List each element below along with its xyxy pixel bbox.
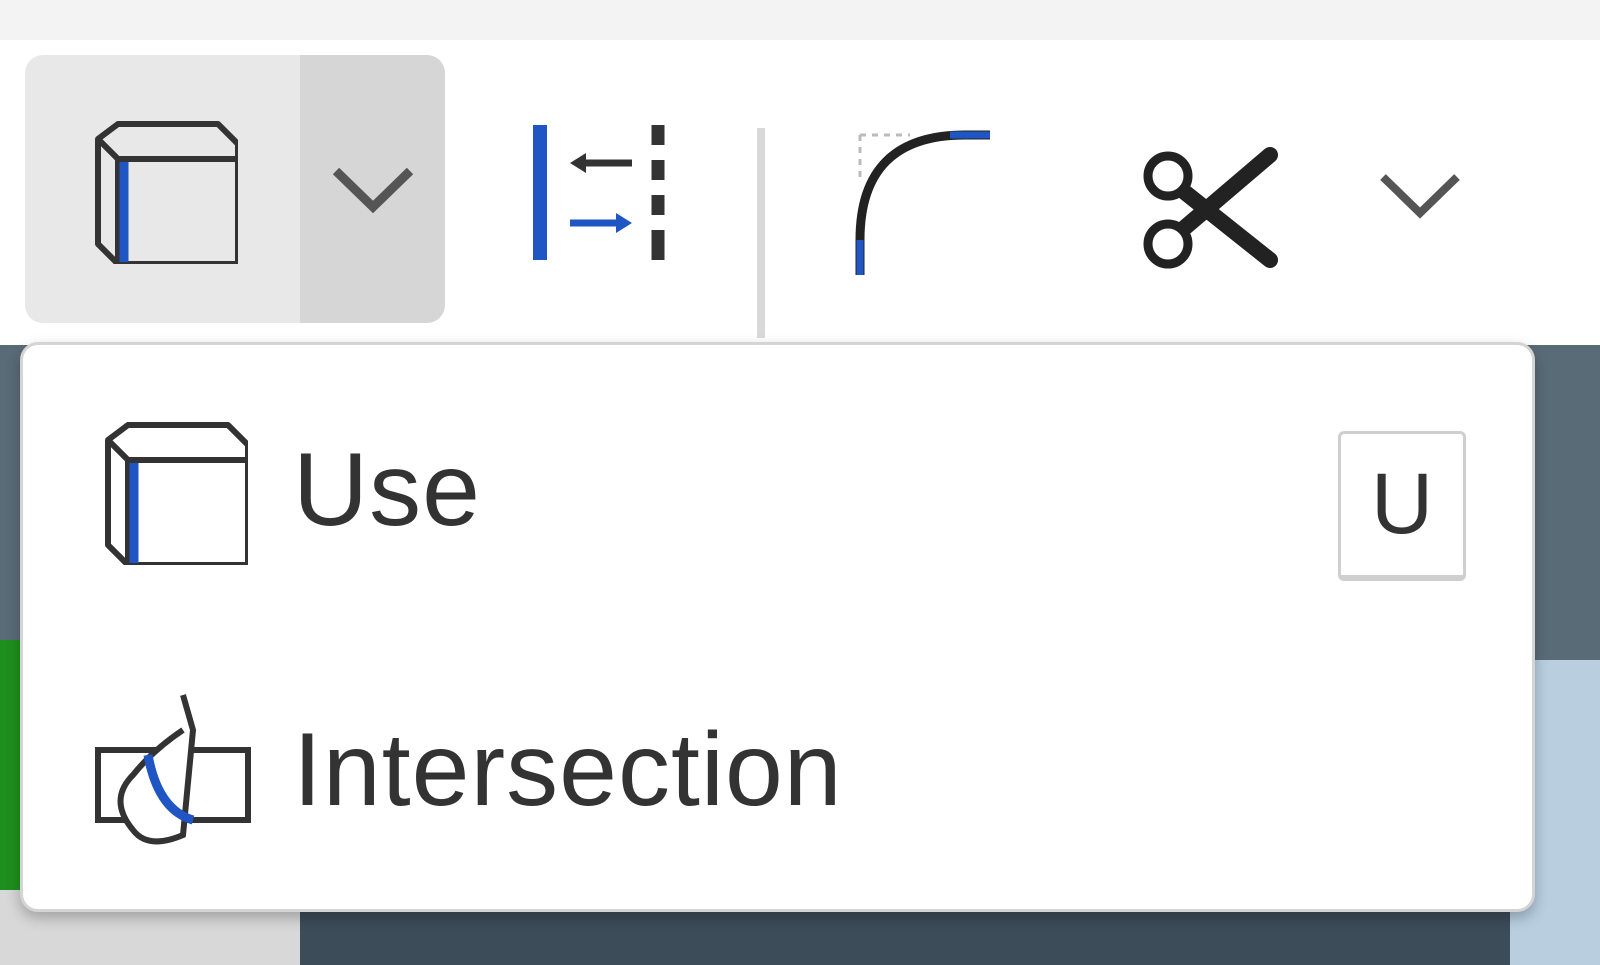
use-dropdown-button[interactable]	[300, 55, 445, 323]
menu-item-label: Use	[293, 431, 481, 548]
use-cube-icon	[94, 121, 238, 264]
shortcut-badge: U	[1338, 431, 1466, 581]
offset-tool-button[interactable]	[520, 115, 680, 265]
scissors-icon	[1143, 147, 1278, 269]
use-dropdown-menu: Use U Intersection	[20, 342, 1535, 912]
fillet-icon	[855, 130, 990, 275]
chevron-down-icon	[332, 167, 413, 214]
canvas-shape	[300, 905, 1600, 965]
use-split-button[interactable]	[25, 55, 445, 323]
use-cube-icon	[93, 410, 253, 570]
sketch-toolbar	[0, 40, 1600, 345]
chevron-down-icon	[1380, 174, 1460, 219]
offset-icon	[533, 125, 665, 260]
menu-item-use[interactable]: Use U	[23, 365, 1532, 615]
canvas-part-green	[0, 640, 22, 890]
intersection-icon	[93, 690, 253, 850]
menu-item-label: Intersection	[293, 711, 843, 828]
use-button[interactable]	[25, 55, 300, 323]
toolbar-separator	[757, 128, 765, 338]
top-strip	[0, 0, 1600, 40]
fillet-tool-button[interactable]	[840, 120, 1000, 280]
more-tools-button[interactable]	[1365, 140, 1475, 250]
menu-item-intersection[interactable]: Intersection	[23, 645, 1532, 895]
trim-tool-button[interactable]	[1135, 120, 1285, 300]
